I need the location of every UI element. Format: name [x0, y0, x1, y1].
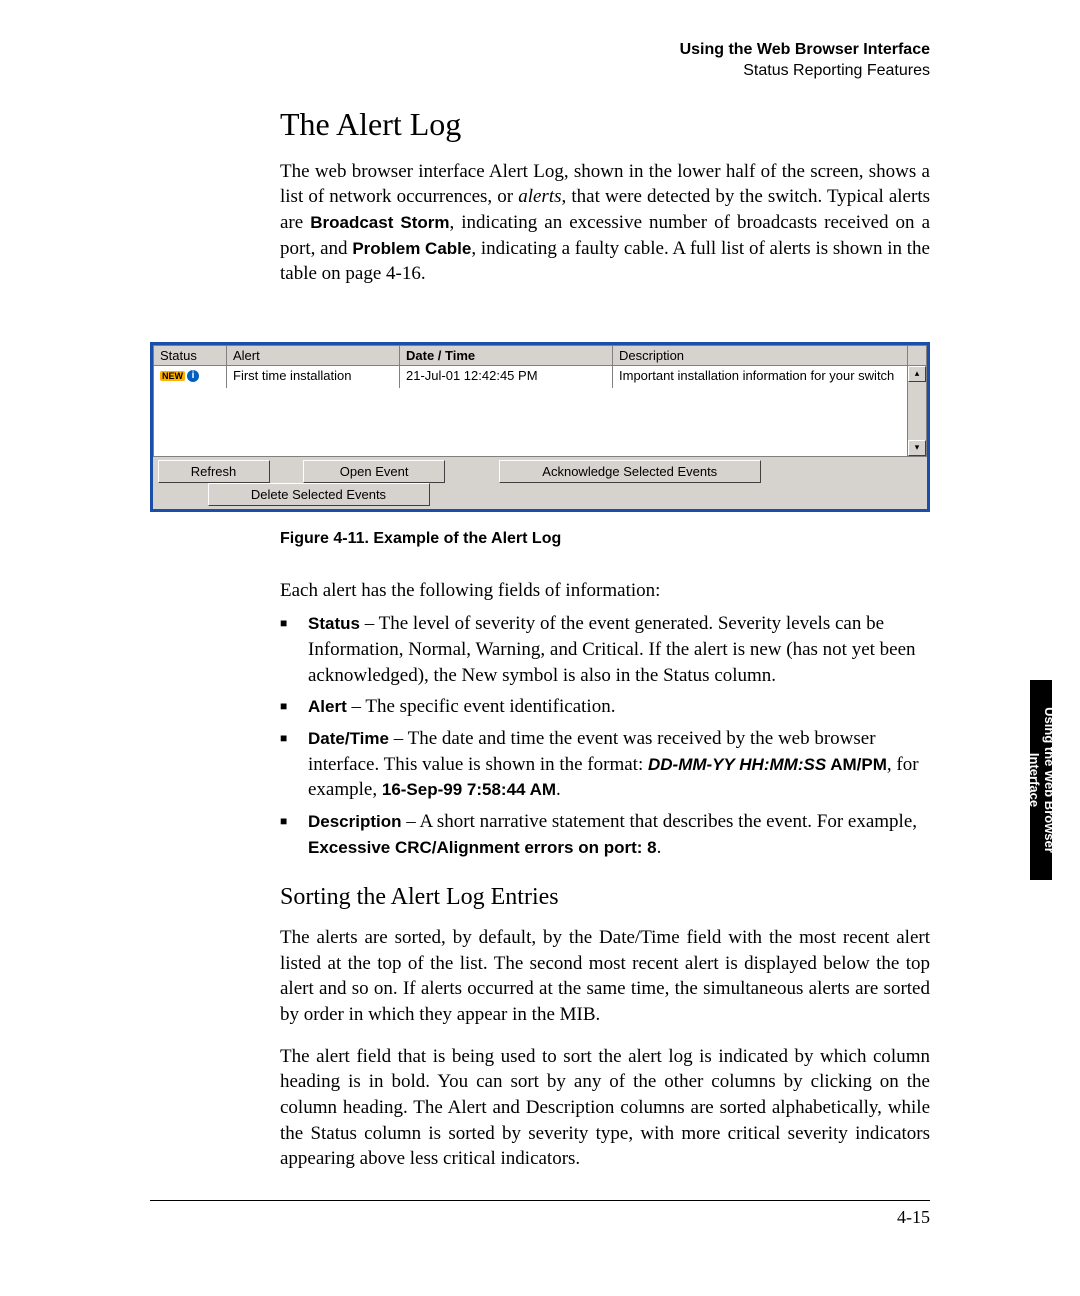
- field-description: Description – A short narrative statemen…: [308, 809, 930, 860]
- scrollbar[interactable]: ▴ ▾: [907, 365, 926, 456]
- ack-events-button[interactable]: Acknowledge Selected Events: [499, 460, 761, 483]
- new-badge-icon: NEW: [160, 371, 185, 381]
- footer-rule: [150, 1200, 930, 1201]
- header-section: Status Reporting Features: [150, 61, 930, 82]
- info-icon: i: [187, 370, 199, 382]
- open-event-button[interactable]: Open Event: [303, 460, 445, 483]
- subsection-title: Sorting the Alert Log Entries: [280, 884, 930, 911]
- page-header: Using the Web Browser Interface Status R…: [150, 40, 930, 82]
- field-alert: Alert – The specific event identificatio…: [308, 694, 930, 720]
- alert-table-header-row: Status Alert Date / Time Description: [154, 345, 927, 365]
- alert-row[interactable]: NEWi First time installation 21-Jul-01 1…: [154, 365, 927, 387]
- sort-paragraph-2: The alert field that is being used to so…: [280, 1044, 930, 1172]
- figure-caption: Figure 4-11. Example of the Alert Log: [280, 530, 930, 548]
- scroll-up-icon[interactable]: ▴: [908, 366, 926, 382]
- scroll-down-icon[interactable]: ▾: [908, 440, 926, 456]
- del-events-button[interactable]: Delete Selected Events: [208, 483, 430, 506]
- col-datetime[interactable]: Date / Time: [400, 345, 613, 365]
- sort-paragraph-1: The alerts are sorted, by default, by th…: [280, 925, 930, 1028]
- fields-intro: Each alert has the following fields of i…: [280, 578, 930, 604]
- intro-paragraph: The web browser interface Alert Log, sho…: [280, 159, 930, 287]
- header-chapter: Using the Web Browser Interface: [150, 40, 930, 61]
- col-alert[interactable]: Alert: [227, 345, 400, 365]
- col-description[interactable]: Description: [613, 345, 908, 365]
- cell-description: Important installation information for y…: [613, 365, 908, 387]
- fields-list: Status – The level of severity of the ev…: [280, 611, 930, 860]
- cell-datetime: 21-Jul-01 12:42:45 PM: [400, 365, 613, 387]
- cell-alert: First time installation: [227, 365, 400, 387]
- page-number: 4-15: [150, 1207, 930, 1228]
- refresh-button[interactable]: Refresh: [158, 460, 270, 483]
- thumb-tab: Using the Web BrowserInterface: [1030, 680, 1052, 880]
- cell-status: NEWi: [154, 365, 227, 387]
- col-status[interactable]: Status: [154, 345, 227, 365]
- alert-log-figure: Status Alert Date / Time Description NEW…: [150, 342, 930, 512]
- field-status: Status – The level of severity of the ev…: [308, 611, 930, 688]
- section-title: The Alert Log: [280, 106, 930, 143]
- field-datetime: Date/Time – The date and time the event …: [308, 726, 930, 803]
